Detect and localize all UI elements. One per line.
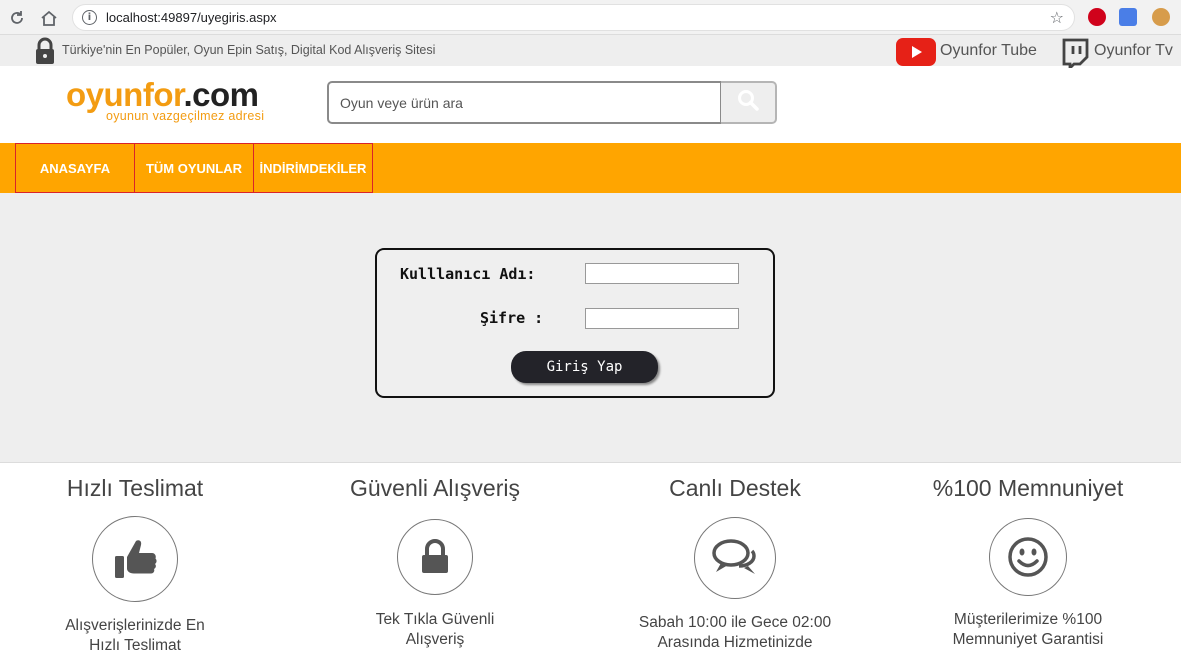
site-tagline: Türkiye'nin En Popüler, Oyun Epin Satış,… [62,43,436,57]
cookie-extension-icon[interactable] [1152,8,1170,26]
login-form: Kulllanıcı Adı: Şifre : Giriş Yap [375,248,775,398]
lock-icon [397,519,473,595]
bookmark-star-icon[interactable]: ☆ [1050,8,1064,27]
feature-description: Tek Tıkla Güvenli Alışveriş [300,610,570,650]
home-icon[interactable] [38,7,60,29]
feature-secure-shopping: Güvenli Alışveriş Tek Tıkla Güvenli Alışv… [300,475,570,650]
feature-description: Müşterilerimize %100 Memnuniyet Garantisi [893,610,1163,650]
main-content: Kulllanıcı Adı: Şifre : Giriş Yap [0,193,1181,463]
feature-desc-line2: Arasında Hizmetinizde [657,634,813,651]
feature-title: Güvenli Alışveriş [349,475,520,501]
browser-toolbar: i localhost:49897/uyegiris.aspx ☆ [0,0,1181,35]
translate-extension-icon[interactable] [1119,8,1137,26]
feature-live-support: Canlı Destek Sabah 10:00 ile Gece 02:00 A… [600,475,870,653]
reload-icon[interactable] [6,7,28,29]
nav-item-discounts[interactable]: İNDİRİMDEKİLER [253,143,373,193]
youtube-icon[interactable] [896,38,936,66]
feature-desc-line1: Alışverişlerinizde En [65,617,205,634]
search-button[interactable] [721,81,777,124]
feature-title: Canlı Destek [669,475,801,501]
search-box [327,81,722,124]
feature-desc-line1: Sabah 10:00 ile Gece 02:00 [638,614,832,631]
feature-desc-line2: Hızlı Teslimat [89,637,181,654]
password-field[interactable] [585,308,739,329]
feature-desc-line1: Tek Tıkla Güvenli [375,611,495,628]
smile-icon [989,518,1067,596]
oyunfor-tv-link[interactable]: Oyunfor Tv [1094,42,1173,60]
main-nav: ANASAYFA TÜM OYUNLAR İNDİRİMDEKİLER [0,143,1181,193]
site-logo[interactable]: oyunfor.com oyunun vazgeçilmez adresi [66,76,264,124]
feature-description: Alışverişlerinizde En Hızlı Teslimat [0,616,270,656]
logo-slogan: oyunun vazgeçilmez adresi [106,109,265,123]
feature-desc-line2: Alışveriş [405,631,465,648]
feature-desc-line1: Müşterilerimize %100 [953,611,1103,628]
thumbs-up-icon [92,516,178,602]
username-field[interactable] [585,263,739,284]
logo-text-main: oyunfor [66,76,184,113]
feature-description: Sabah 10:00 ile Gece 02:00 Arasında Hizme… [600,613,870,653]
twitch-icon[interactable] [1060,38,1090,73]
logo-text-tld: .com [183,76,260,113]
feature-fast-delivery: Hızlı Teslimat Alışverişlerinizde En Hızl… [0,475,270,656]
site-info-icon[interactable]: i [82,10,97,25]
nav-item-home[interactable]: ANASAYFA [15,143,135,193]
password-label: Şifre : [480,309,544,327]
top-info-bar: Türkiye'nin En Popüler, Oyun Epin Satış,… [0,35,1181,72]
login-button[interactable]: Giriş Yap [511,351,658,383]
chat-icon [694,517,776,599]
padlock-icon [33,37,57,70]
nav-item-all-games[interactable]: TÜM OYUNLAR [134,143,254,193]
username-label: Kulllanıcı Adı: [400,265,536,283]
url-text: localhost:49897/uyegiris.aspx [106,10,277,25]
oyunfor-tube-link[interactable]: Oyunfor Tube [940,42,1037,60]
address-bar[interactable]: i localhost:49897/uyegiris.aspx ☆ [72,4,1075,31]
feature-satisfaction: %100 Memnuniyet Müşterilerimize %100 Memn… [893,475,1163,650]
search-input[interactable] [329,83,720,122]
search-icon [737,89,759,116]
feature-desc-line2: Memnuniyet Garantisi [952,631,1104,648]
adblock-extension-icon[interactable] [1088,8,1106,26]
feature-title: %100 Memnuniyet [932,475,1124,501]
feature-title: Hızlı Teslimat [66,475,204,501]
